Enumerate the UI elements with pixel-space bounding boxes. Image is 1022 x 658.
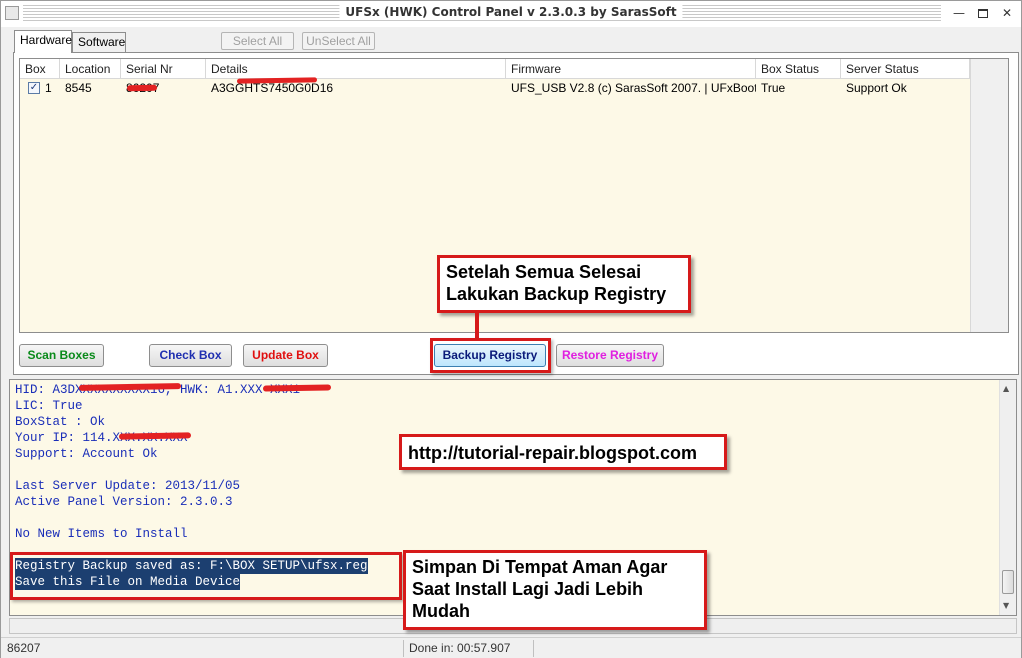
update-box-button[interactable]: Update Box — [243, 344, 328, 367]
cell-firmware: UFS_USB V2.8 (c) SarasSoft 2007. | UFxBo… — [511, 81, 756, 95]
cell-box-status: True — [761, 81, 786, 95]
restore-registry-button[interactable]: Restore Registry — [556, 344, 664, 367]
redaction-mark — [126, 84, 158, 92]
scan-boxes-button[interactable]: Scan Boxes — [19, 344, 104, 367]
log-line: BoxStat : Ok — [15, 415, 106, 429]
close-button[interactable]: ✕ — [997, 5, 1017, 23]
column-header-server-status[interactable]: Server Status — [841, 59, 970, 79]
column-header-serial[interactable]: Serial Nr — [121, 59, 206, 79]
redaction-mark — [118, 432, 192, 440]
minimize-button[interactable]: — — [949, 5, 969, 23]
tab-hardware[interactable]: Hardware — [14, 30, 72, 53]
callout-connector — [475, 313, 479, 339]
column-header-firmware[interactable]: Firmware — [506, 59, 756, 79]
row-checkbox[interactable]: ✓ — [28, 82, 40, 94]
log-line: No New Items to Install — [15, 527, 188, 541]
highlight-backup-button — [430, 338, 551, 373]
unselect-all-button[interactable]: UnSelect All — [302, 32, 375, 50]
scroll-down-icon[interactable]: ▼ — [1003, 601, 1009, 610]
grid-header: Box Location Serial Nr Details Firmware … — [20, 59, 1008, 79]
callout-save-instruction: Simpan Di Tempat Aman Agar Saat Install … — [403, 550, 707, 630]
callout-backup-instruction: Setelah Semua Selesai Lakukan Backup Reg… — [437, 255, 691, 313]
status-bar: 86207 Done in: 00:57.907 — [1, 637, 1021, 658]
column-header-box-status[interactable]: Box Status — [756, 59, 841, 79]
maximize-button[interactable] — [973, 5, 993, 23]
status-done: Done in: 00:57.907 — [409, 641, 511, 655]
log-scrollbar[interactable]: ▲ ▼ — [999, 380, 1016, 615]
log-line: Active Panel Version: 2.3.0.3 — [15, 495, 233, 509]
highlight-log-selection — [10, 552, 402, 600]
log-line: Support: Account Ok — [15, 447, 158, 461]
status-separator — [403, 640, 404, 657]
column-header-location[interactable]: Location — [60, 59, 121, 79]
maximize-icon — [978, 9, 988, 18]
window-title: UFSx (HWK) Control Panel v 2.3.0.3 by Sa… — [339, 5, 683, 19]
status-serial: 86207 — [7, 641, 41, 655]
redaction-mark — [262, 384, 332, 392]
log-line: LIC: True — [15, 399, 83, 413]
callout-line: Saat Install Lagi Jadi Lebih — [412, 579, 644, 599]
app-window: UFSx (HWK) Control Panel v 2.3.0.3 by Sa… — [0, 0, 1022, 658]
app-icon[interactable] — [5, 6, 19, 20]
cell-server-status: Support Ok — [846, 81, 907, 95]
select-all-button[interactable]: Select All — [221, 32, 294, 50]
scroll-up-icon[interactable]: ▲ — [1003, 384, 1009, 393]
grid-filler-column — [970, 59, 1008, 332]
status-separator — [533, 640, 534, 657]
scroll-thumb[interactable] — [1002, 570, 1014, 594]
table-row[interactable]: ✓ 1 8545 86207 A3GGHTS7450G0D16 UFS_USB … — [20, 79, 1008, 97]
tab-software[interactable]: Software — [72, 32, 126, 52]
title-bar[interactable]: UFSx (HWK) Control Panel v 2.3.0.3 by Sa… — [1, 1, 1021, 27]
callout-url: http://tutorial-repair.blogspot.com — [399, 434, 727, 470]
check-box-button[interactable]: Check Box — [149, 344, 232, 367]
column-header-details[interactable]: Details — [206, 59, 506, 79]
log-line: Last Server Update: 2013/11/05 — [15, 479, 241, 493]
column-header-box[interactable]: Box — [20, 59, 60, 79]
cell-box: 1 — [45, 81, 52, 95]
callout-line: Setelah Semua Selesai — [446, 262, 642, 282]
cell-location: 8545 — [65, 81, 92, 95]
callout-line: Lakukan Backup Registry — [446, 284, 667, 304]
callout-line: Simpan Di Tempat Aman Agar — [412, 557, 668, 577]
callout-line: Mudah — [412, 601, 470, 621]
